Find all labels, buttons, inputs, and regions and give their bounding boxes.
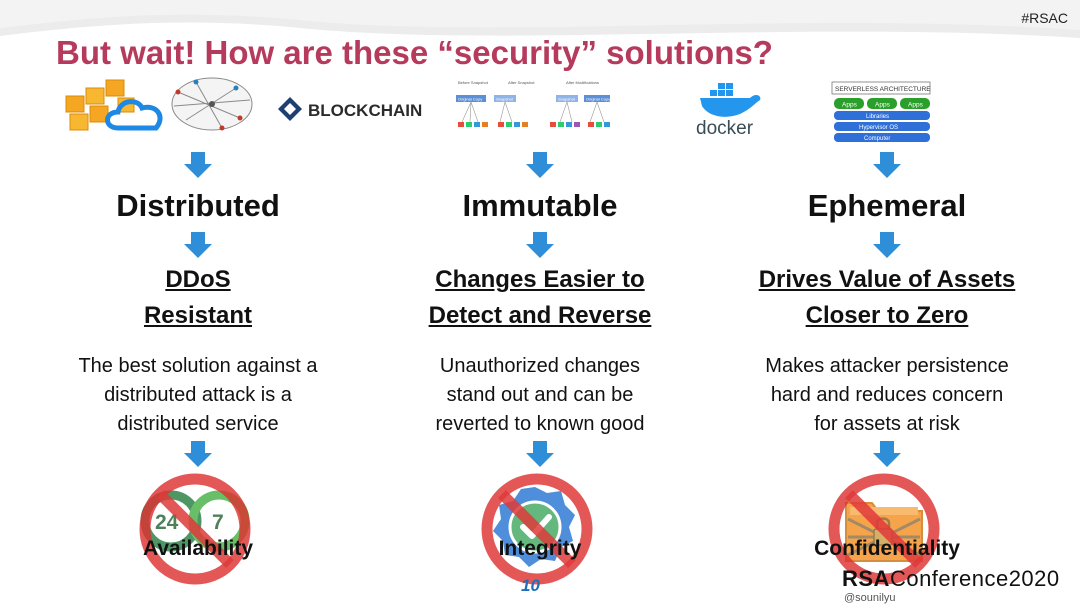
benefit-line: Resistant [143,302,253,329]
down-arrow-icon [526,152,554,178]
author-handle: @sounilyu [844,592,896,604]
docker-whale-icon [700,83,761,117]
benefit-heading: DDoS Resistant [38,262,358,334]
concept-heading: Distributed [116,188,280,223]
description-line: for assets at risk [814,413,960,435]
description-line: distributed service [117,413,279,435]
column-distributed: Distributed DDoS Resistant The best solu… [38,150,358,585]
prohibited-icon [481,473,593,585]
benefit-line: Closer to Zero [805,302,969,329]
down-arrow-icon [526,232,554,258]
description: Makes attacker persistence hard and redu… [727,352,1047,439]
svg-text:Apps: Apps [908,102,924,109]
verified-badge-icon [481,473,593,585]
security-property-availability: Availability [142,537,254,560]
svg-text:Libraries: Libraries [866,114,889,120]
rsa-logo-text: RSA [842,566,890,591]
prohibited-icon [828,473,940,585]
svg-text:SERVERLESS ARCHITECTURE: SERVERLESS ARCHITECTURE [835,86,931,93]
down-arrow-icon [873,441,901,467]
description: Unauthorized changes stand out and can b… [380,352,700,439]
svg-text:Original Copy: Original Copy [586,97,610,102]
column-ephemeral: Ephemeral Drives Value of Assets Closer … [727,150,1047,585]
rsa-conference-logo: RSAConference2020 [842,566,1060,592]
description-line: The best solution against a [78,355,318,377]
benefit-line: Changes Easier to [435,266,645,293]
rsac-hashtag: #RSAC [1021,10,1068,26]
serverless-stack-icon: SERVERLESS ARCHITECTURE Apps Apps Apps L… [831,81,931,142]
description-line: stand out and can be [446,384,634,406]
logo-strip: BLOCKCHAIN Before Snapshot After Snapsho… [65,77,931,142]
description-line: distributed attack is a [104,384,292,406]
description-line: reverted to known good [435,413,645,435]
down-arrow-icon [184,441,212,467]
benefit-line: DDoS [165,266,231,293]
svg-text:Snapshot: Snapshot [558,97,576,102]
svg-text:After Snapshot: After Snapshot [508,80,535,85]
concept-heading: Ephemeral [807,188,967,223]
docker-logo-text: docker [696,118,754,139]
svg-text:Apps: Apps [875,102,891,109]
svg-text:After Modifications: After Modifications [566,80,599,85]
svg-text:Original Copy: Original Copy [458,97,482,102]
page-number: 10 [521,576,540,595]
description-line: Makes attacker persistence [765,355,1009,377]
description: The best solution against a distributed … [38,352,358,439]
benefit-line: Detect and Reverse [428,302,652,329]
network-globe-icon [171,77,253,131]
svg-text:Hypervisor OS: Hypervisor OS [859,125,898,131]
24-7-infinity-icon: 24 7 [139,473,251,585]
description-line: hard and reduces concern [770,384,1004,406]
down-arrow-icon [873,232,901,258]
concept-heading: Immutable [462,188,618,223]
prohibited-icon [139,473,251,585]
security-property-integrity: Integrity [498,537,582,560]
benefit-line: Drives Value of Assets [758,266,1016,293]
svg-text:Snapshot: Snapshot [496,97,514,102]
svg-text:Before Snapshot: Before Snapshot [458,80,489,85]
column-immutable: Immutable Changes Easier to Detect and R… [380,150,700,585]
down-arrow-icon [184,232,212,258]
down-arrow-icon [184,152,212,178]
conference-logo-text: Conference2020 [889,566,1060,591]
description-line: Unauthorized changes [439,355,641,377]
benefit-heading: Changes Easier to Detect and Reverse [380,262,700,334]
svg-text:Apps: Apps [842,102,858,109]
slide-title: But wait! How are these “security” solut… [56,34,773,71]
down-arrow-icon [873,152,901,178]
security-property-confidentiality: Confidentiality [814,537,960,560]
blockchain-logo-text: BLOCKCHAIN [308,101,422,120]
blockchain-icon [278,97,302,121]
svg-text:Computer: Computer [864,136,890,142]
benefit-heading: Drives Value of Assets Closer to Zero [727,262,1047,334]
snapshot-diagram-icon: Before Snapshot After Snapshot After Mod… [456,80,610,127]
down-arrow-icon [526,441,554,467]
